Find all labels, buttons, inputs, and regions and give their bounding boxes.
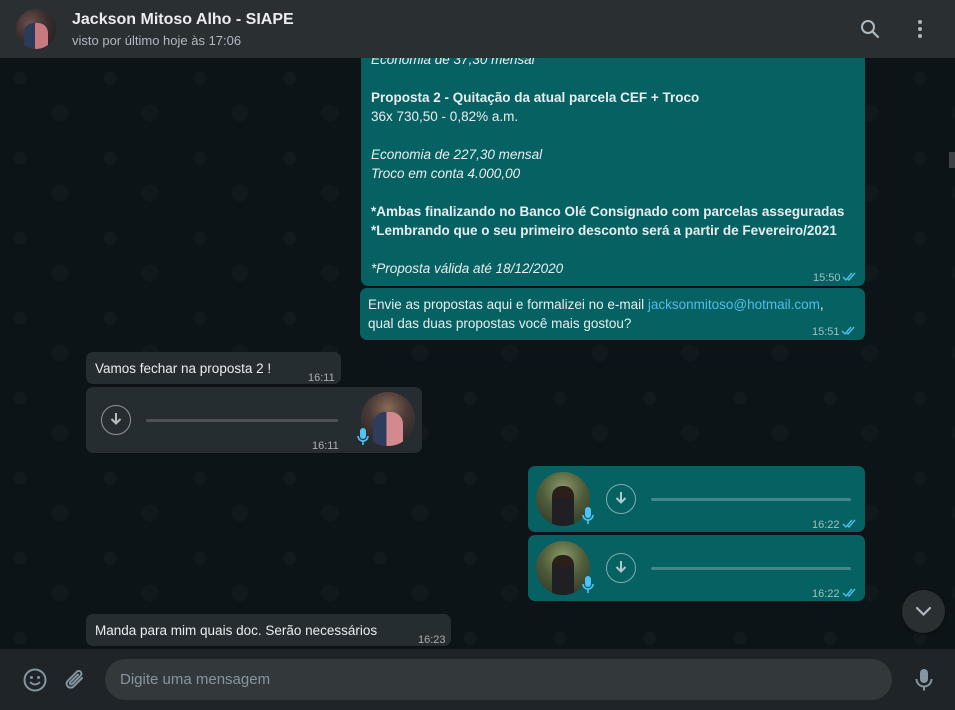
message-time: 16:23 [418, 634, 446, 646]
voice-message-incoming[interactable]: 16:11 [86, 387, 422, 453]
message-text: qual das duas propostas você mais gostou… [368, 316, 632, 331]
message-text: Manda para mim quais doc. Serão necessár… [95, 623, 378, 638]
read-ticks-icon [842, 272, 856, 282]
message-text-part: Envie as propostas aqui e formalizei no … [368, 297, 648, 312]
voice-message-outgoing[interactable]: 16:22 [528, 535, 865, 601]
message-time: 16:11 [312, 440, 339, 452]
microphone-icon[interactable] [912, 667, 936, 698]
microphone-icon [582, 507, 594, 524]
message-text: Proposta 2 - Quitação da atual parcela C… [371, 90, 700, 105]
message-bubble-incoming[interactable]: Manda para mim quais doc. Serão necessár… [86, 614, 451, 646]
last-seen-status: visto por último hoje às 17:06 [72, 33, 242, 48]
message-text: Economia de 227,30 mensal [371, 147, 543, 162]
message-text: *Proposta válida até 18/12/2020 [371, 261, 564, 276]
message-text: Economia de 37,30 mensal [371, 58, 535, 67]
email-link[interactable]: jacksonmitoso@hotmail.com [648, 297, 820, 312]
chat-header: Jackson Mitoso Alho - SIAPE visto por úl… [0, 0, 955, 58]
message-time: 16:22 [812, 519, 840, 531]
contact-avatar[interactable] [16, 9, 56, 49]
read-ticks-icon [841, 326, 855, 336]
compose-bar [0, 649, 955, 710]
download-arrow-icon [110, 413, 122, 425]
message-text: 36x 730,50 - 0,82% a.m. [371, 109, 519, 124]
scroll-to-bottom-button[interactable] [902, 590, 945, 633]
message-text: Vamos fechar na proposta 2 ! [95, 361, 272, 376]
message-time: 16:11 [308, 372, 335, 384]
message-time: 15:50 [813, 272, 841, 284]
message-text: Troco em conta 4.000,00 [371, 166, 521, 181]
message-text: *Ambas finalizando no Banco Olé Consigna… [371, 204, 845, 219]
audio-progress-track[interactable] [651, 567, 851, 570]
download-audio-button[interactable] [101, 405, 131, 435]
menu-dots-icon[interactable] [908, 17, 932, 41]
search-icon[interactable] [858, 17, 882, 41]
read-ticks-icon [842, 588, 856, 598]
download-audio-button[interactable] [606, 553, 636, 583]
message-time: 15:51 [812, 326, 840, 338]
message-bubble-proposal[interactable]: Economia de 37,30 mensal Proposta 2 - Qu… [361, 58, 865, 286]
scrollbar[interactable] [949, 152, 955, 168]
download-audio-button[interactable] [606, 484, 636, 514]
chat-panel[interactable]: Economia de 37,30 mensal Proposta 2 - Qu… [0, 58, 955, 649]
message-text: *Lembrando que o seu primeiro desconto s… [371, 223, 837, 238]
download-arrow-icon [615, 561, 627, 573]
contact-name[interactable]: Jackson Mitoso Alho - SIAPE [72, 11, 294, 29]
message-time: 16:22 [812, 588, 840, 600]
emoji-icon[interactable] [22, 667, 48, 698]
message-bubble-email[interactable]: Envie as propostas aqui e formalizei no … [360, 288, 865, 340]
microphone-icon [357, 428, 369, 445]
download-arrow-icon [615, 492, 627, 504]
message-text-part: , [819, 297, 824, 312]
paperclip-icon[interactable] [64, 667, 88, 698]
read-ticks-icon [842, 519, 856, 529]
chevron-down-icon [915, 606, 932, 617]
audio-progress-track[interactable] [651, 498, 851, 501]
message-text: Envie as propostas aqui e formalizei no … [368, 295, 824, 314]
message-input[interactable] [105, 659, 892, 700]
microphone-icon [582, 576, 594, 593]
audio-progress-track[interactable] [146, 419, 338, 422]
voice-message-outgoing[interactable]: 16:22 [528, 466, 865, 532]
message-bubble-incoming[interactable]: Vamos fechar na proposta 2 ! 16:11 [86, 352, 341, 384]
